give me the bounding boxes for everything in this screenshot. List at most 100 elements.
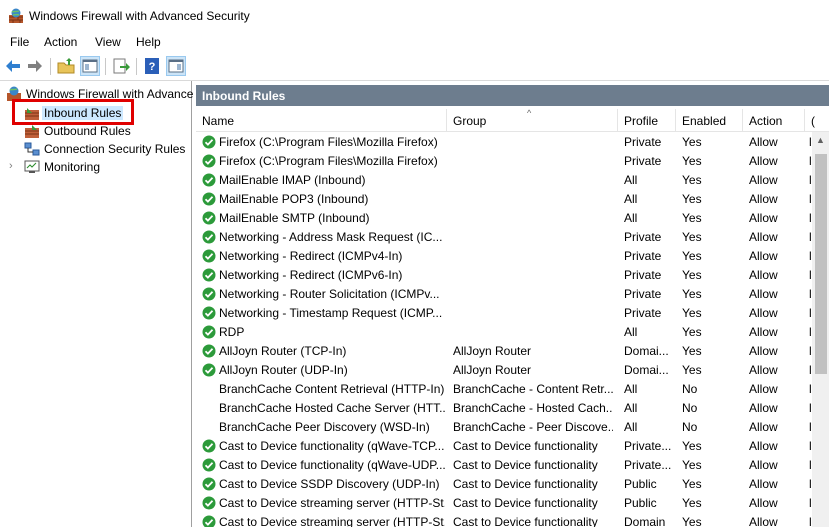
rule-name: BranchCache Content Retrieval (HTTP-In) <box>219 382 445 396</box>
table-row[interactable]: Cast to Device functionality (qWave-TCP.… <box>196 437 829 456</box>
enabled-check-icon <box>202 515 216 527</box>
rule-profile: Public <box>624 477 657 491</box>
tree-item-label: Monitoring <box>44 160 101 174</box>
scroll-up-icon[interactable]: ▲ <box>812 132 829 149</box>
enabled-check-icon <box>202 439 216 453</box>
column-header-profile[interactable]: Profile <box>618 109 676 131</box>
column-header-action[interactable]: Action <box>743 109 805 131</box>
enabled-check-icon <box>202 249 216 263</box>
rule-action: Allow <box>749 420 778 434</box>
table-row[interactable]: RDP All Yes Allow l <box>196 323 829 342</box>
connection-security-icon <box>24 141 40 157</box>
rule-enabled: Yes <box>682 192 702 206</box>
chevron-right-icon[interactable]: › <box>8 158 24 176</box>
help-icon[interactable]: ? <box>143 57 161 75</box>
column-header-name[interactable]: Name <box>196 109 447 131</box>
rule-action: Allow <box>749 325 778 339</box>
rule-profile: All <box>624 192 638 206</box>
toolbar: ? <box>0 53 829 81</box>
table-row[interactable]: Cast to Device streaming server (HTTP-St… <box>196 513 829 527</box>
rule-action: Allow <box>749 306 778 320</box>
rule-action: Allow <box>749 173 778 187</box>
export-icon[interactable] <box>112 57 130 75</box>
table-row[interactable]: Networking - Redirect (ICMPv4-In) Private… <box>196 247 829 266</box>
show-hide-action-pane-icon[interactable] <box>166 56 186 76</box>
table-row[interactable]: AllJoyn Router (TCP-In) AllJoyn Router Dom… <box>196 342 829 361</box>
rule-name: Firefox (C:\Program Files\Mozilla Firefo… <box>219 154 438 168</box>
table-row[interactable]: BranchCache Content Retrieval (HTTP-In) B… <box>196 380 829 399</box>
console-tree: Windows Firewall with Advance Inbound Ru… <box>0 81 193 527</box>
table-row[interactable]: Cast to Device functionality (qWave-UDP.… <box>196 456 829 475</box>
rule-profile: Private <box>624 268 662 282</box>
rule-enabled: Yes <box>682 458 702 472</box>
enabled-check-icon <box>202 496 216 510</box>
table-row[interactable]: Networking - Redirect (ICMPv6-In) Private… <box>196 266 829 285</box>
menu-view[interactable]: View <box>95 35 121 49</box>
rule-action: Allow <box>749 515 778 527</box>
up-folder-icon[interactable] <box>57 57 75 75</box>
rule-action: Allow <box>749 192 778 206</box>
table-row[interactable]: Networking - Timestamp Request (ICMP... P… <box>196 304 829 323</box>
table-row[interactable]: BranchCache Hosted Cache Server (HTT... B… <box>196 399 829 418</box>
rule-enabled: Yes <box>682 173 702 187</box>
enabled-check-icon <box>202 344 216 358</box>
column-header-row: Name Group Profile Enabled Action ( <box>196 109 829 132</box>
column-header-override[interactable]: ( <box>805 109 829 131</box>
table-row[interactable]: MailEnable POP3 (Inbound) All Yes Allow l <box>196 190 829 209</box>
toolbar-separator <box>136 58 137 75</box>
enabled-check-icon <box>202 325 216 339</box>
rule-profile: Domai... <box>624 363 669 377</box>
rule-name: Networking - Router Solicitation (ICMPv.… <box>219 287 440 301</box>
rule-profile: Private <box>624 230 662 244</box>
scrollbar-thumb[interactable] <box>815 154 827 374</box>
show-hide-tree-icon[interactable] <box>80 56 100 76</box>
back-icon[interactable] <box>4 57 22 75</box>
menu-help[interactable]: Help <box>136 35 161 49</box>
table-row[interactable]: AllJoyn Router (UDP-In) AllJoyn Router Dom… <box>196 361 829 380</box>
forward-icon[interactable] <box>26 57 44 75</box>
rule-name: BranchCache Hosted Cache Server (HTT... <box>219 401 445 415</box>
vertical-scrollbar[interactable]: ▲ <box>812 132 829 527</box>
sort-ascending-icon: ^ <box>527 108 532 118</box>
column-header-group[interactable]: Group <box>447 109 618 131</box>
title-bar: Windows Firewall with Advanced Security <box>0 0 829 32</box>
enabled-check-icon <box>202 287 216 301</box>
rule-name: Networking - Redirect (ICMPv6-In) <box>219 268 403 282</box>
table-row[interactable]: Firefox (C:\Program Files\Mozilla Firefo… <box>196 133 829 152</box>
tree-item-label: Outbound Rules <box>44 124 131 138</box>
rule-profile: Private <box>624 287 662 301</box>
table-row[interactable]: BranchCache Peer Discovery (WSD-In) Branc… <box>196 418 829 437</box>
rule-action: Allow <box>749 268 778 282</box>
column-header-enabled[interactable]: Enabled <box>676 109 743 131</box>
table-row[interactable]: MailEnable SMTP (Inbound) All Yes Allow l <box>196 209 829 228</box>
toolbar-separator <box>50 58 51 75</box>
table-row[interactable]: Cast to Device streaming server (HTTP-St… <box>196 494 829 513</box>
enabled-check-icon <box>202 306 216 320</box>
rule-enabled: Yes <box>682 325 702 339</box>
rule-enabled: Yes <box>682 515 702 527</box>
table-row[interactable]: Cast to Device SSDP Discovery (UDP-In) Ca… <box>196 475 829 494</box>
menu-action[interactable]: Action <box>44 35 77 49</box>
table-row[interactable]: Firefox (C:\Program Files\Mozilla Firefo… <box>196 152 829 171</box>
rule-group: Cast to Device functionality <box>453 439 598 453</box>
enabled-check-icon <box>202 211 216 225</box>
highlight-annotation-box <box>12 99 134 125</box>
rule-group: BranchCache - Peer Discove... <box>453 420 613 434</box>
rule-enabled: Yes <box>682 344 702 358</box>
rule-name: Networking - Address Mask Request (IC... <box>219 230 443 244</box>
table-row[interactable]: Networking - Address Mask Request (IC...… <box>196 228 829 247</box>
rule-enabled: Yes <box>682 230 702 244</box>
tree-item-label: Connection Security Rules <box>44 142 186 156</box>
rule-enabled: Yes <box>682 496 702 510</box>
table-row[interactable]: Networking - Router Solicitation (ICMPv.… <box>196 285 829 304</box>
rule-profile: All <box>624 401 638 415</box>
rule-name: Cast to Device streaming server (HTTP-St… <box>219 496 445 510</box>
menu-file[interactable]: File <box>10 35 29 49</box>
table-row[interactable]: MailEnable IMAP (Inbound) All Yes Allow l <box>196 171 829 190</box>
window-title: Windows Firewall with Advanced Security <box>29 9 250 23</box>
pane-title: Inbound Rules <box>202 89 286 103</box>
rule-profile: All <box>624 420 638 434</box>
rule-name: AllJoyn Router (TCP-In) <box>219 344 347 358</box>
rule-enabled: Yes <box>682 363 702 377</box>
rule-group: Cast to Device functionality <box>453 496 598 510</box>
